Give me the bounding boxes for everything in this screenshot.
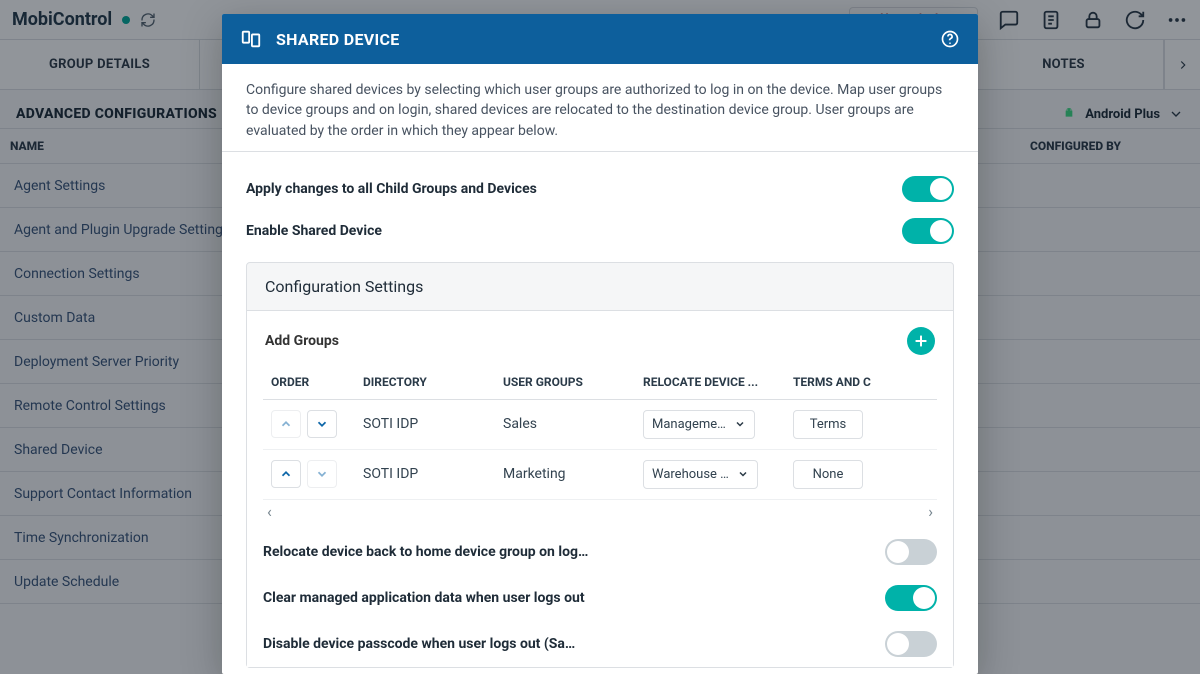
scroll-left-icon[interactable]: ‹: [267, 502, 272, 521]
dialog-header: SHARED DEVICE: [222, 14, 978, 64]
config-settings-panel: Configuration Settings Add Groups ORDER …: [246, 262, 954, 668]
user-group-cell: Sales: [495, 400, 635, 450]
dialog-body: Configure shared devices by selecting wh…: [222, 64, 978, 674]
col-relocate: RELOCATE DEVICE ...: [635, 365, 785, 400]
move-down-button[interactable]: [307, 410, 337, 438]
user-group-cell: Marketing: [495, 450, 635, 500]
setting-row: Relocate device back to home device grou…: [263, 529, 937, 575]
help-icon[interactable]: [940, 29, 960, 49]
add-groups-label: Add Groups: [265, 333, 339, 349]
scroll-right-icon[interactable]: ›: [928, 502, 933, 521]
shared-device-icon: [240, 28, 262, 50]
col-directory: DIRECTORY: [355, 365, 495, 400]
modal-overlay: SHARED DEVICE Configure shared devices b…: [0, 0, 1200, 674]
enable-shared-row: Enable Shared Device: [246, 210, 954, 252]
setting-toggle[interactable]: [885, 585, 937, 611]
apply-all-row: Apply changes to all Child Groups and De…: [246, 168, 954, 210]
setting-label: Disable device passcode when user logs o…: [263, 636, 575, 652]
relocate-select[interactable]: Manageme…: [643, 410, 755, 439]
apply-all-label: Apply changes to all Child Groups and De…: [246, 181, 537, 197]
move-down-button: [307, 460, 337, 488]
terms-select[interactable]: Terms: [793, 410, 863, 439]
terms-select[interactable]: None: [793, 460, 863, 489]
table-horizontal-scroll[interactable]: ‹ ›: [263, 500, 937, 529]
config-settings-title: Configuration Settings: [247, 263, 953, 310]
order-buttons: [271, 410, 347, 438]
dialog-title-area: SHARED DEVICE: [240, 28, 400, 50]
setting-row: Clear managed application data when user…: [263, 575, 937, 621]
setting-toggle[interactable]: [885, 631, 937, 657]
add-groups-row: Add Groups: [263, 321, 937, 365]
col-user-groups: USER GROUPS: [495, 365, 635, 400]
shared-device-dialog: SHARED DEVICE Configure shared devices b…: [222, 14, 978, 674]
enable-shared-label: Enable Shared Device: [246, 223, 382, 239]
directory-cell: SOTI IDP: [355, 400, 495, 450]
col-order: ORDER: [263, 365, 355, 400]
setting-label: Clear managed application data when user…: [263, 590, 585, 606]
divider: [222, 151, 978, 152]
setting-label: Relocate device back to home device grou…: [263, 544, 588, 560]
apply-all-toggle[interactable]: [902, 176, 954, 202]
groups-table: ORDER DIRECTORY USER GROUPS RELOCATE DEV…: [263, 365, 937, 500]
col-terms: TERMS AND C: [785, 365, 937, 400]
groups-row: SOTI IDPSales Manageme… Terms: [263, 400, 937, 450]
order-buttons: [271, 460, 347, 488]
relocate-select[interactable]: Warehouse …: [643, 460, 758, 489]
dialog-title: SHARED DEVICE: [276, 30, 400, 49]
move-up-button: [271, 410, 301, 438]
directory-cell: SOTI IDP: [355, 450, 495, 500]
move-up-button[interactable]: [271, 460, 301, 488]
enable-shared-toggle[interactable]: [902, 218, 954, 244]
dialog-description: Configure shared devices by selecting wh…: [246, 80, 954, 141]
config-settings-body: Add Groups ORDER DIRECTORY USER GROUPS R…: [247, 310, 953, 667]
groups-row: SOTI IDPMarketing Warehouse … None: [263, 450, 937, 500]
setting-row: Disable device passcode when user logs o…: [263, 621, 937, 667]
add-group-button[interactable]: [907, 327, 935, 355]
setting-toggle[interactable]: [885, 539, 937, 565]
